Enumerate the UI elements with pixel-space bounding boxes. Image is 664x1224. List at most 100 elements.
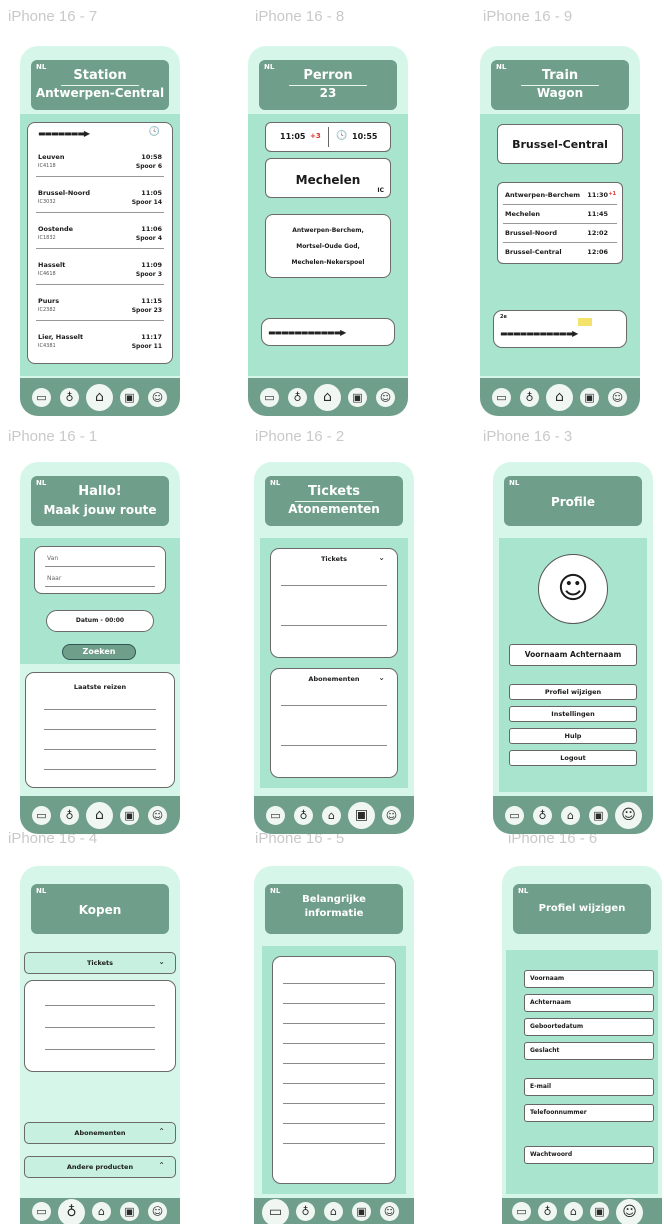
basket-icon[interactable]: ♁ <box>60 388 79 407</box>
help-button[interactable]: Hulp <box>509 728 637 744</box>
subscriptions-card[interactable]: Abonementen ⌄ <box>270 668 398 778</box>
perron-number: 23 <box>319 86 337 100</box>
password-field[interactable]: Wachtwoord <box>524 1146 654 1164</box>
home-icon[interactable]: ⌂ <box>92 1202 111 1221</box>
profile-title: Profile <box>550 495 596 509</box>
departure-row[interactable]: Brussel-Noord IC3032 11:05 Spoor 14 <box>36 185 164 213</box>
phone-buy: NL Kopen Tickets ⌄ Abonementen ⌃ Andere … <box>20 866 180 1224</box>
ticket-icon[interactable]: ▣ <box>590 1202 609 1221</box>
search-button[interactable]: Zoeken <box>62 644 136 660</box>
basket-icon[interactable]: ♁ <box>60 806 79 825</box>
bottom-nav: ▭ ♁ ⌂ ▣ ☺ <box>20 796 180 834</box>
train-title: Train <box>541 68 579 83</box>
profile-panel: ☺ Voornaam Achternaam Profiel wijzigen I… <box>499 538 647 792</box>
last-name-field[interactable]: Achternaam <box>524 994 654 1012</box>
chevron-down-icon[interactable]: ⌄ <box>378 673 385 682</box>
basket-icon[interactable]: ♁ <box>288 388 307 407</box>
user-icon[interactable]: ☺ <box>380 1202 399 1221</box>
departure-row[interactable]: Hasselt IC4618 11:09 Spoor 3 <box>36 257 164 285</box>
chevron-down-icon[interactable]: ⌄ <box>378 553 385 562</box>
home-icon[interactable]: ⌂ <box>324 1202 343 1221</box>
ticket-icon[interactable]: ▣ <box>348 802 375 829</box>
train-composition[interactable]: ▬▬▬▬▬▬▬▬▬▬▬▶ <box>261 318 395 346</box>
user-icon[interactable]: ☺ <box>148 806 167 825</box>
other-products-dropdown[interactable]: Andere producten ⌃ <box>24 1156 176 1178</box>
ticket-icon[interactable]: ▣ <box>120 806 139 825</box>
date-button[interactable]: Datum - 00:00 <box>46 610 154 632</box>
basket-icon[interactable]: ♁ <box>533 806 552 825</box>
phone-field[interactable]: Telefoonnummer <box>524 1104 654 1122</box>
ticket-icon[interactable]: ▣ <box>352 1202 371 1221</box>
home-icon[interactable]: ⌂ <box>86 384 113 411</box>
departure-row[interactable]: Lier, Hasselt IC4381 11:17 Spoor 11 <box>36 329 164 357</box>
from-input[interactable]: Van <box>47 555 58 562</box>
chat-icon[interactable]: ▭ <box>262 1199 289 1224</box>
home-header: NL Hallo! Maak jouw route <box>31 476 169 526</box>
basket-icon[interactable]: ♁ <box>520 388 539 407</box>
gender-field[interactable]: Geslacht <box>524 1042 654 1060</box>
train-icon: ▬▬▬▬▬▬▬▬▬▬▬▶ <box>268 328 346 337</box>
frame-title-8: iPhone 16 - 8 <box>255 8 345 25</box>
user-icon[interactable]: ☺ <box>608 388 627 407</box>
user-icon[interactable]: ☺ <box>376 388 395 407</box>
chat-icon[interactable]: ▭ <box>32 806 51 825</box>
birthdate-field[interactable]: Geboortedatum <box>524 1018 654 1036</box>
subscriptions-dropdown[interactable]: Abonementen ⌃ <box>24 1122 176 1144</box>
tickets-dropdown[interactable]: Tickets ⌄ <box>24 952 176 974</box>
chevron-up-icon[interactable]: ⌃ <box>158 1127 165 1136</box>
station-panel: ▬▬▬▬▬▬▬▶ 🕓 Leuven IC4118 10:58 Spoor 6 Bru… <box>20 114 180 376</box>
departure-row[interactable]: Puurs IC2382 11:15 Spoor 23 <box>36 293 164 321</box>
chat-icon[interactable]: ▭ <box>266 806 285 825</box>
basket-icon[interactable]: ♁ <box>538 1202 557 1221</box>
settings-button[interactable]: Instellingen <box>509 706 637 722</box>
home-icon[interactable]: ⌂ <box>322 806 341 825</box>
user-icon[interactable]: ☺ <box>382 806 401 825</box>
home-icon[interactable]: ⌂ <box>314 384 341 411</box>
phone-home: NL Hallo! Maak jouw route Van Naar Datum… <box>20 462 180 834</box>
edit-profile-button[interactable]: Profiel wijzigen <box>509 684 637 700</box>
ticket-icon[interactable]: ▣ <box>589 806 608 825</box>
route-panel: Van Naar Datum - 00:00 Zoeken <box>20 538 180 664</box>
basket-icon[interactable]: ♁ <box>296 1202 315 1221</box>
home-icon[interactable]: ⌂ <box>561 806 580 825</box>
departure-row[interactable]: Oostende IC1832 11:06 Spoor 4 <box>36 221 164 249</box>
tickets-card[interactable]: Tickets ⌄ <box>270 548 398 658</box>
user-icon[interactable]: ☺ <box>616 1199 643 1224</box>
wagon-map[interactable]: 2e ▬▬▬▬▬▬▬▬▬▬▬▶ <box>493 310 627 348</box>
first-name-field[interactable]: Voornaam <box>524 970 654 988</box>
basket-icon[interactable]: ♁ <box>58 1199 85 1224</box>
logout-button[interactable]: Logout <box>509 750 637 766</box>
ticket-icon[interactable]: ▣ <box>348 388 367 407</box>
train-panel: Brussel-Central Antwerpen-Berchem 11:30 … <box>480 114 640 376</box>
chat-icon[interactable]: ▭ <box>512 1202 531 1221</box>
user-icon[interactable]: ☺ <box>615 802 642 829</box>
to-input[interactable]: Naar <box>47 575 61 582</box>
language-toggle[interactable]: NL <box>518 887 528 895</box>
language-toggle[interactable]: NL <box>36 887 46 895</box>
home-icon[interactable]: ⌂ <box>86 802 113 829</box>
home-icon[interactable]: ⌂ <box>546 384 573 411</box>
buy-title: Kopen <box>78 903 122 917</box>
perron-panel: 11:05 +3 🕓 10:55 Mechelen IC Antwerpen-B… <box>248 114 408 376</box>
chevron-down-icon[interactable]: ⌄ <box>158 957 165 966</box>
delay-badge: +3 <box>310 132 321 140</box>
chevron-up-icon[interactable]: ⌃ <box>158 1161 165 1170</box>
chat-icon[interactable]: ▭ <box>32 388 51 407</box>
avatar[interactable]: ☺ <box>538 554 608 624</box>
ticket-icon[interactable]: ▣ <box>120 1202 139 1221</box>
user-icon[interactable]: ☺ <box>148 388 167 407</box>
ticket-icon[interactable]: ▣ <box>120 388 139 407</box>
clock-icon: 🕓 <box>336 131 348 141</box>
chat-icon[interactable]: ▭ <box>492 388 511 407</box>
departure-row[interactable]: Leuven IC4118 10:58 Spoor 6 <box>36 149 164 177</box>
clock-icon[interactable]: 🕓 <box>149 127 160 137</box>
email-field[interactable]: E-mail <box>524 1078 654 1096</box>
home-icon[interactable]: ⌂ <box>564 1202 583 1221</box>
chat-icon[interactable]: ▭ <box>260 388 279 407</box>
language-toggle[interactable]: NL <box>509 479 519 487</box>
chat-icon[interactable]: ▭ <box>505 806 524 825</box>
ticket-icon[interactable]: ▣ <box>580 388 599 407</box>
chat-icon[interactable]: ▭ <box>32 1202 51 1221</box>
basket-icon[interactable]: ♁ <box>294 806 313 825</box>
user-icon[interactable]: ☺ <box>148 1202 167 1221</box>
